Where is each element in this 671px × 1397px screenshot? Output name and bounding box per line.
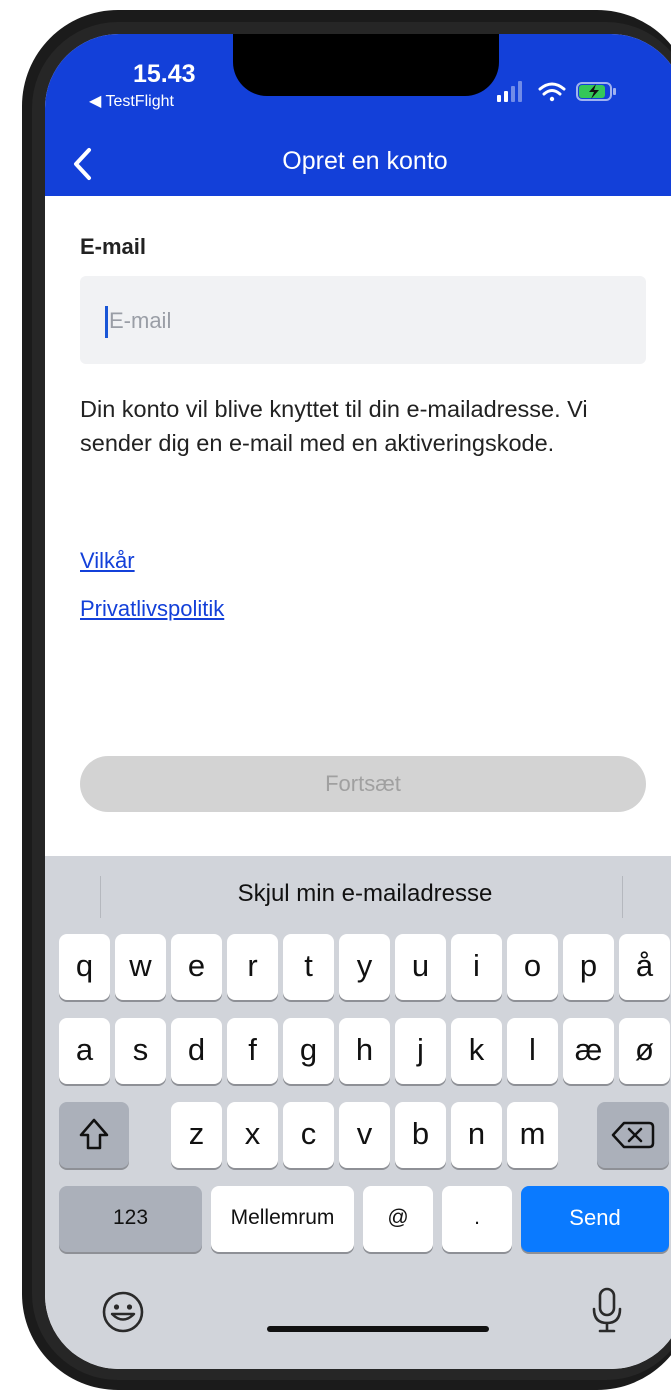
email-label: E-mail [80, 234, 147, 259]
status-icons [497, 81, 616, 102]
email-placeholder: E-mail [109, 308, 172, 333]
signal-icon [497, 81, 522, 102]
key-å[interactable]: å [619, 934, 670, 1000]
backspace-key[interactable] [597, 1102, 669, 1168]
key-s[interactable]: s [115, 1018, 166, 1084]
key-q[interactable]: q [59, 934, 110, 1000]
key-i[interactable]: i [451, 934, 502, 1000]
key-u[interactable]: u [395, 934, 446, 1000]
key-t[interactable]: t [283, 934, 334, 1000]
hide-email-suggestion[interactable]: Skjul min e-mailadresse [45, 880, 671, 908]
key-r[interactable]: r [227, 934, 278, 1000]
status-time: 15.43 [133, 60, 196, 88]
key-h[interactable]: h [339, 1018, 390, 1084]
key-x[interactable]: x [227, 1102, 278, 1168]
key-d[interactable]: d [171, 1018, 222, 1084]
key-j[interactable]: j [395, 1018, 446, 1084]
numbers-key[interactable]: 123 [59, 1186, 202, 1252]
at-key[interactable]: @ [363, 1186, 433, 1252]
key-p[interactable]: p [563, 934, 614, 1000]
key-g[interactable]: g [283, 1018, 334, 1084]
send-key[interactable]: Send [521, 1186, 669, 1252]
page-title: Opret en konto [282, 147, 448, 175]
phone-screen: 15.43 ◀ TestFlight Opret en konto E-mail… [45, 34, 671, 1369]
key-c[interactable]: c [283, 1102, 334, 1168]
key-w[interactable]: w [115, 934, 166, 1000]
key-æ[interactable]: æ [563, 1018, 614, 1084]
backspace-icon [611, 1121, 655, 1149]
space-key[interactable]: Mellemrum [211, 1186, 354, 1252]
microphone-icon[interactable] [588, 1285, 626, 1337]
shift-icon [79, 1118, 109, 1150]
battery-charging-icon [576, 82, 616, 101]
key-n[interactable]: n [451, 1102, 502, 1168]
nav-bar: Opret en konto [45, 134, 671, 196]
back-to-testflight[interactable]: ◀ TestFlight [89, 91, 174, 111]
keyboard: Skjul min e-mailadresse qwertyuiopå asdf… [45, 856, 671, 1369]
wifi-icon [538, 82, 566, 102]
key-o[interactable]: o [507, 934, 558, 1000]
key-f[interactable]: f [227, 1018, 278, 1084]
key-l[interactable]: l [507, 1018, 558, 1084]
key-y[interactable]: y [339, 934, 390, 1000]
key-m[interactable]: m [507, 1102, 558, 1168]
email-field[interactable]: E-mail [80, 276, 646, 364]
signup-form: E-mail E-mail Din konto vil blive knytte… [45, 196, 671, 856]
continue-button[interactable]: Fortsæt [80, 756, 646, 812]
shift-key[interactable] [59, 1102, 129, 1168]
key-e[interactable]: e [171, 934, 222, 1000]
key-b[interactable]: b [395, 1102, 446, 1168]
home-indicator[interactable] [267, 1326, 489, 1332]
key-ø[interactable]: ø [619, 1018, 670, 1084]
key-a[interactable]: a [59, 1018, 110, 1084]
key-z[interactable]: z [171, 1102, 222, 1168]
privacy-link[interactable]: Privatlivspolitik [80, 596, 224, 622]
terms-link[interactable]: Vilkår [80, 548, 135, 574]
key-v[interactable]: v [339, 1102, 390, 1168]
dot-key[interactable]: . [442, 1186, 512, 1252]
emoji-icon[interactable] [100, 1289, 146, 1335]
info-text: Din konto vil blive knyttet til din e-ma… [80, 396, 588, 456]
notch [233, 34, 499, 96]
key-k[interactable]: k [451, 1018, 502, 1084]
text-caret [105, 306, 108, 338]
